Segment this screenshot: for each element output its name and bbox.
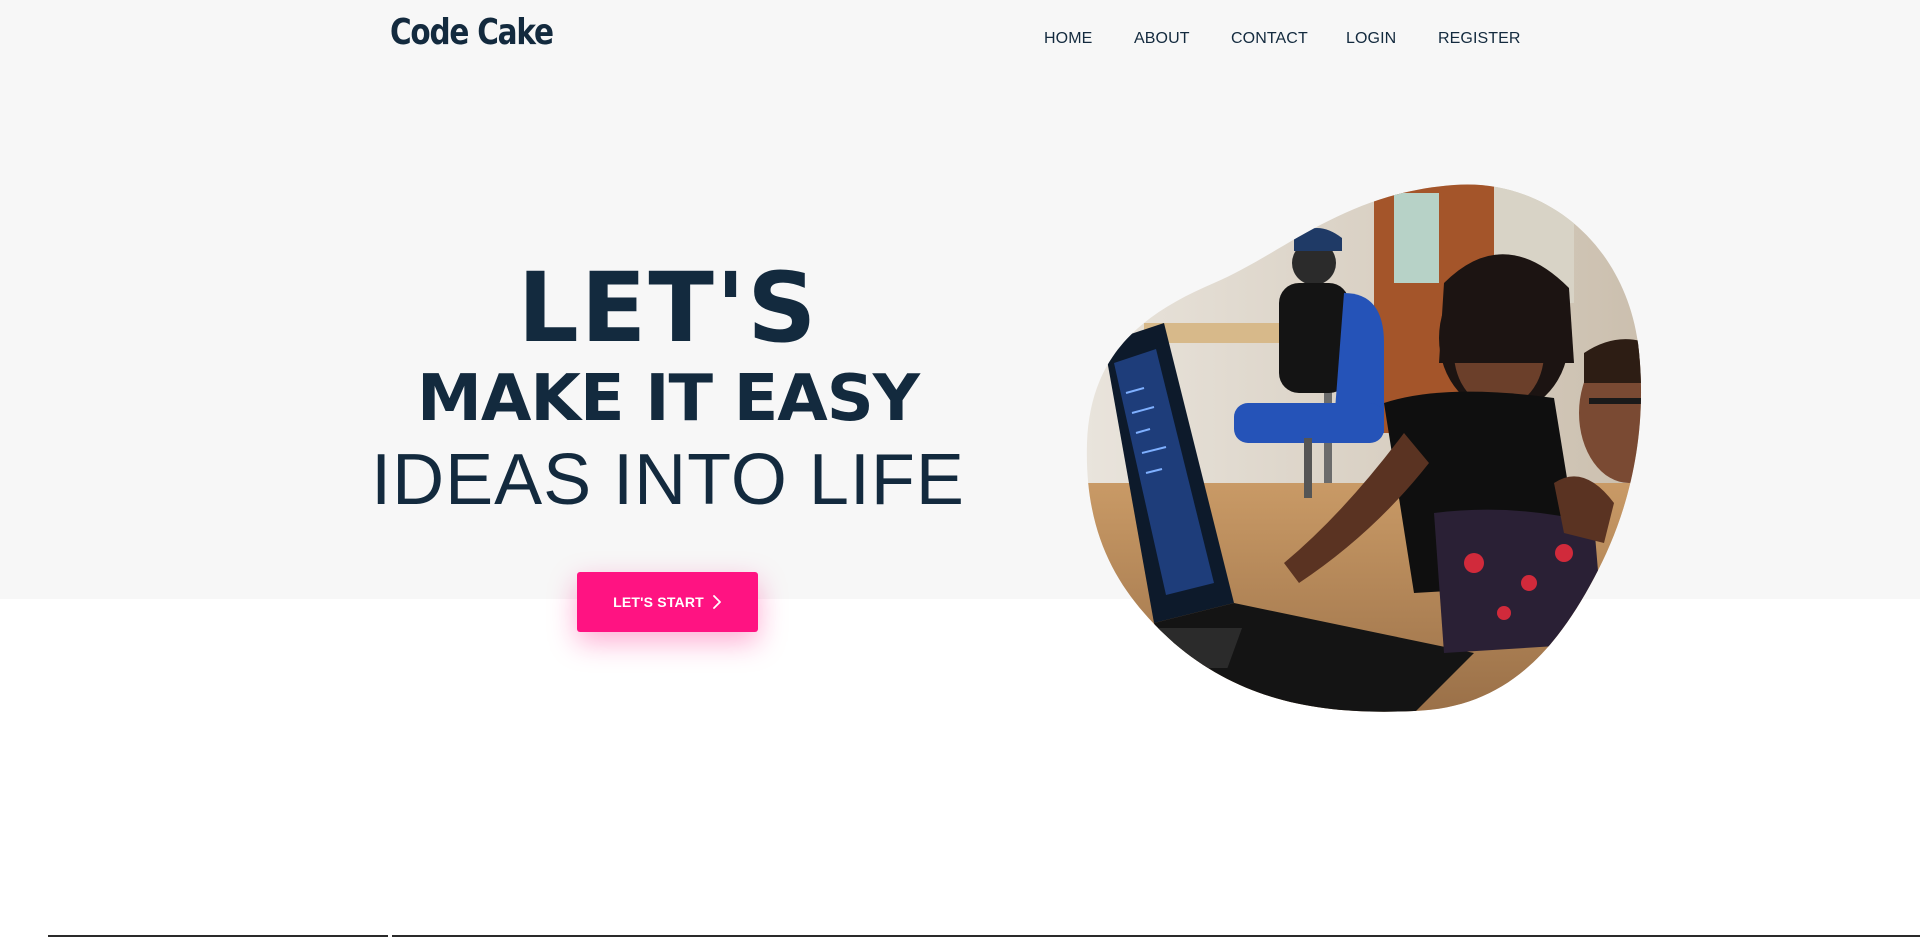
hero-heading-line1: LET'S xyxy=(517,252,819,364)
main-nav: HOME ABOUT CONTACT LOGIN REGISTER xyxy=(1000,28,1524,52)
lets-start-label: LET'S START xyxy=(613,594,704,610)
chevron-right-icon xyxy=(713,595,721,609)
nav-item-contact[interactable]: CONTACT xyxy=(1231,28,1308,50)
nav-item-register[interactable]: REGISTER xyxy=(1438,28,1521,50)
hero-headline: LET'S MAKE IT EASY IDEAS INTO LIFE xyxy=(368,256,968,522)
hero-heading-line2: MAKE IT EASY xyxy=(416,362,920,436)
nav-item-home[interactable]: HOME xyxy=(1044,28,1092,50)
hero-image xyxy=(1086,184,1642,712)
hero-heading-line3: IDEAS INTO LIFE xyxy=(371,440,965,520)
brand-logo[interactable]: Code Cake xyxy=(390,12,554,53)
nav-item-about[interactable]: ABOUT xyxy=(1134,28,1190,50)
nav-item-login[interactable]: LOGIN xyxy=(1346,28,1396,50)
site-header: Code Cake HOME ABOUT CONTACT LOGIN REGIS… xyxy=(0,0,1920,78)
lets-start-button[interactable]: LET'S START xyxy=(577,572,758,632)
